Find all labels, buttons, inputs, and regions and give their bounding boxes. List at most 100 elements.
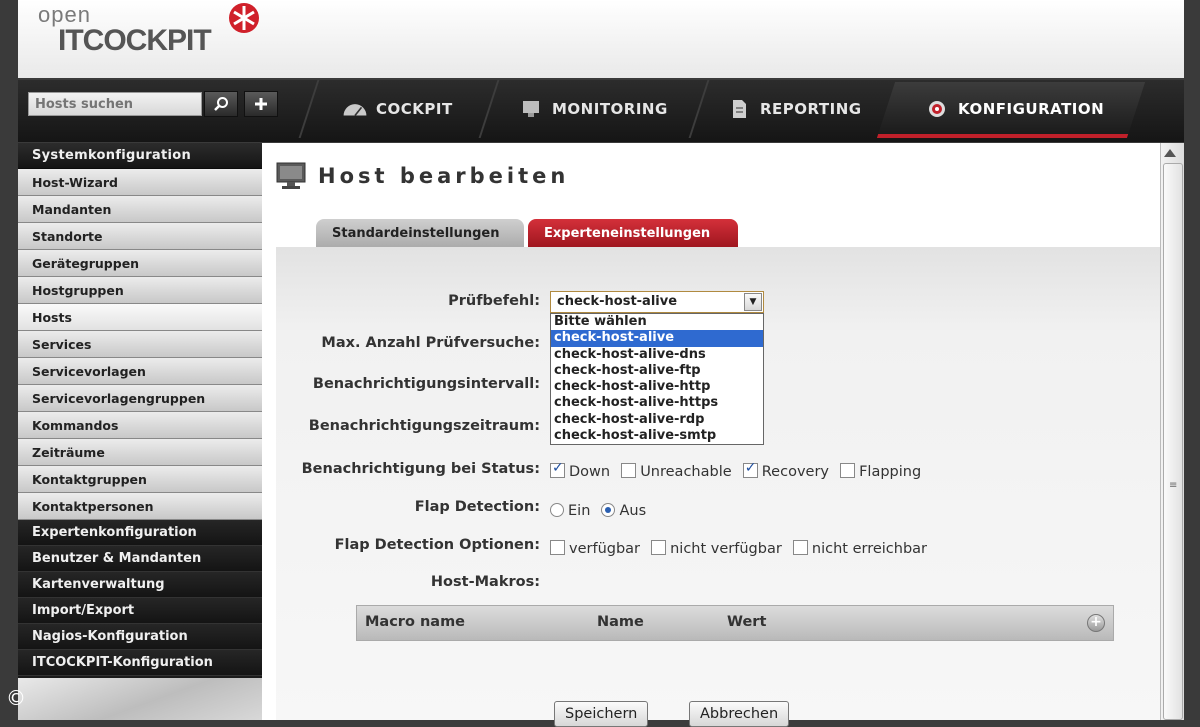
status-recovery-label: Recovery [761,464,829,480]
sidebar-item-kontaktgruppen[interactable]: Kontaktgruppen [18,466,262,493]
status-flapping-label: Flapping [859,464,922,480]
nav-tab-label: COCKPIT [376,100,453,118]
flap-option-unreachable-checkbox[interactable] [792,540,808,555]
flap-detection-off-label: Aus [619,503,647,519]
search-icon [214,97,228,111]
header: open ITCOCKPIT [18,0,1184,78]
dropdown-option[interactable]: check-host-alive-https [551,395,763,411]
logo-brand-text: ITCOCKPIT [58,24,212,57]
check-command-value: check-host-alive [557,294,678,309]
host-macros-table-header: Macro name Name Wert + [356,605,1114,641]
dropdown-option-selected[interactable]: check-host-alive [551,330,763,347]
notification-status-label: Benachrichtigung bei Status: [301,461,540,477]
sidebar-item-host-wizard[interactable]: Host-Wizard [18,169,262,196]
dropdown-option[interactable]: check-host-alive-dns [551,347,763,363]
nav-tab-monitoring[interactable]: MONITORING [518,80,668,138]
dropdown-option[interactable]: Bitte wählen [551,314,763,330]
host-macros-label: Host-Makros: [430,574,540,590]
sidebar-item-standorte[interactable]: Standorte [18,223,262,250]
nav-tab-konfiguration[interactable]: KONFIGURATION [924,80,1104,138]
sidebar-item-servicevorlagen[interactable]: Servicevorlagen [18,358,262,385]
dropdown-option[interactable]: check-host-alive-ftp [551,363,763,379]
logo-star-icon [229,3,259,33]
flap-option-available-label: verfügbar [569,541,641,557]
sidebar-item-kommandos[interactable]: Kommandos [18,412,262,439]
host-search-input[interactable] [28,92,202,116]
notification-status-options: Down Unreachable Recovery Flapping [550,460,927,480]
monitor-icon [276,162,306,189]
add-macro-icon[interactable]: + [1087,614,1105,632]
sidebar-section-systemkonfiguration[interactable]: Systemkonfiguration [18,143,262,169]
dropdown-option[interactable]: check-host-alive-rdp [551,412,763,428]
flap-detection-options: Ein Aus [550,500,652,519]
status-down-label: Down [569,464,611,480]
grip-icon: ≡ [1169,480,1178,491]
sidebar-section-import-export[interactable]: Import/Export [18,598,262,624]
max-attempts-label: Max. Anzahl Prüfversuche: [321,335,540,351]
tab-experteneinstellungen[interactable]: Experteneinstellungen [528,219,738,249]
sidebar-item-geraetegruppen[interactable]: Gerätegruppen [18,250,262,277]
flap-option-unavailable-label: nicht verfügbar [670,541,782,557]
gauge-icon [342,98,368,120]
sidebar-item-servicevorlagengruppen[interactable]: Servicevorlagengruppen [18,385,262,412]
flap-detection-option-checkboxes: verfügbar nicht verfügbar nicht erreichb… [550,538,933,557]
notification-period-label: Benachrichtigungszeitraum: [308,418,540,434]
nav-tab-label: MONITORING [552,100,668,118]
nav-tab-cockpit[interactable]: COCKPIT [342,80,453,138]
vertical-scrollbar[interactable]: ≡ [1160,143,1184,720]
nav-tab-label: REPORTING [760,100,862,118]
main-content: Host bearbeiten Standardeinstellungen Ex… [262,143,1184,727]
scrollbar-thumb[interactable]: ≡ [1163,163,1183,720]
copyright-symbol: © [6,686,26,710]
column-value: Wert [727,614,767,630]
logo[interactable]: open ITCOCKPIT [38,2,268,62]
sidebar-decoration [18,678,262,720]
dropdown-option[interactable]: check-host-alive-http [551,379,763,395]
app-frame: open ITCOCKPIT COCKPIT [0,0,1200,727]
nav-tab-label: KONFIGURATION [958,100,1105,118]
sidebar-item-kontaktpersonen[interactable]: Kontaktpersonen [18,493,262,520]
search-button[interactable] [204,91,238,117]
dropdown-option[interactable]: check-host-alive-smtp [551,428,763,444]
flap-option-unavailable-checkbox[interactable] [651,540,667,555]
sidebar-item-zeitraeume[interactable]: Zeiträume [18,439,262,466]
cancel-button[interactable]: Abbrechen [689,701,790,727]
sidebar-section-nagios-konfiguration[interactable]: Nagios-Konfiguration [18,624,262,650]
save-button[interactable]: Speichern [554,701,649,727]
status-recovery-checkbox[interactable] [742,460,758,478]
sidebar-item-mandanten[interactable]: Mandanten [18,196,262,223]
flap-options-label: Flap Detection Optionen: [334,537,540,553]
flap-detection-off-radio[interactable] [601,503,616,517]
monitor-icon [518,98,544,120]
page-header: Host bearbeiten [276,161,569,191]
column-name: Name [597,614,644,630]
sidebar-section-kartenverwaltung[interactable]: Kartenverwaltung [18,572,262,598]
nav-separator [688,80,710,138]
scroll-up-arrow-icon[interactable] [1164,149,1176,157]
sidebar-section-itcockpit-konfiguration[interactable]: ITCOCKPIT-Konfiguration [18,650,262,676]
nav-tab-reporting[interactable]: REPORTING [726,80,862,138]
sidebar-item-services[interactable]: Services [18,331,262,358]
flap-option-available-checkbox[interactable] [550,540,565,555]
sidebar-section-expertenkonfiguration[interactable]: Expertenkonfiguration [18,520,262,546]
sidebar-section-benutzer-mandanten[interactable]: Benutzer & Mandanten [18,546,262,572]
sidebar-item-hostgruppen[interactable]: Hostgruppen [18,277,262,304]
report-icon [726,98,752,120]
add-host-button[interactable] [244,91,278,117]
status-flapping-checkbox[interactable] [840,463,856,478]
nav-separator [298,80,320,138]
check-command-label: Prüfbefehl: [448,293,540,309]
check-command-select[interactable]: check-host-alive ▼ [550,291,764,313]
target-icon [924,98,950,120]
status-unreachable-checkbox[interactable] [621,463,637,478]
sidebar-item-hosts[interactable]: Hosts [18,304,262,331]
column-macro-name: Macro name [365,614,466,630]
page-title: Host bearbeiten [318,164,570,188]
flap-detection-on-radio[interactable] [550,503,564,517]
notification-interval-label: Benachrichtigungsintervall: [312,376,540,392]
flap-detection-on-label: Ein [568,503,591,519]
tab-standardeinstellungen[interactable]: Standardeinstellungen [316,219,524,249]
chevron-down-icon[interactable]: ▼ [744,293,762,311]
status-down-checkbox[interactable] [550,460,565,478]
flap-option-unreachable-label: nicht erreichbar [811,541,928,557]
